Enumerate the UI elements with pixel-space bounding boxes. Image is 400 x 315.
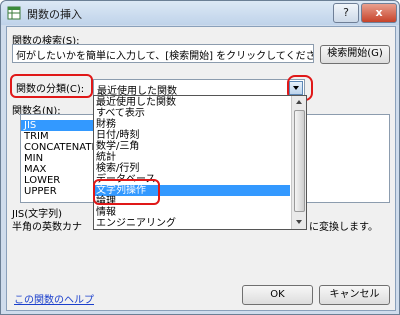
scroll-thumb[interactable] [294,110,305,212]
app-icon [7,6,21,20]
window-title: 関数の挿入 [27,8,82,21]
scroll-up-icon[interactable] [292,96,306,108]
list-item[interactable]: JIS [24,120,36,131]
dialog-body: 関数の検索(S): 何がしたいかを簡単に入力して、[検索開始] をクリックしてく… [6,26,396,311]
title-bar: 関数の挿入 ? x [1,1,399,25]
list-item[interactable]: CONCATENATE [24,142,98,153]
list-item[interactable]: UPPER [24,186,57,197]
dropdown-item[interactable]: 統計 [96,152,116,163]
category-dropdown-list[interactable]: 最近使用した関数 すべて表示 財務 日付/時刻 数学/三角 統計 検索/行列 デ… [93,95,307,230]
dropdown-item[interactable]: すべて表示 [96,108,145,119]
dropdown-item[interactable]: 数学/三角 [96,141,139,152]
help-button[interactable]: ? [333,3,359,23]
category-label: 関数の分類(C): [16,84,85,95]
dropdown-item[interactable]: 日付/時刻 [96,130,139,141]
dropdown-item[interactable]: エンジニアリング [96,218,176,229]
annotation-circle-selected-category [93,179,160,205]
list-item[interactable]: TRIM [24,131,49,142]
function-description-end: に変換します。 [309,222,378,233]
list-item[interactable]: LOWER [24,175,60,186]
function-help-link[interactable]: この関数のヘルプ [14,291,94,306]
dialog-window: 関数の挿入 ? x 関数の検索(S): 何がしたいかを簡単に入力して、[検索開始… [0,0,400,315]
dropdown-item[interactable]: 最近使用した関数 [96,97,176,108]
dropdown-item[interactable]: 情報 [96,207,116,218]
dropdown-scrollbar[interactable] [291,96,306,229]
search-input[interactable]: 何がしたいかを簡単に入力して、[検索開始] をクリックしてください。 [12,44,314,63]
function-description: 半角の英数カナ [12,222,82,233]
dropdown-item[interactable]: 財務 [96,119,116,130]
search-button[interactable]: 検索開始(G) [320,45,390,64]
list-item[interactable]: MIN [24,153,43,164]
scroll-down-icon[interactable] [292,216,306,228]
ok-button[interactable]: OK [242,285,313,305]
search-input-text: 何がしたいかを簡単に入力して、[検索開始] をクリックしてください。 [16,51,314,62]
cancel-button[interactable]: キャンセル [319,285,390,305]
list-item[interactable]: MAX [24,164,46,175]
dropdown-item[interactable]: 検索/行列 [96,163,139,174]
close-button[interactable]: x [361,3,397,23]
